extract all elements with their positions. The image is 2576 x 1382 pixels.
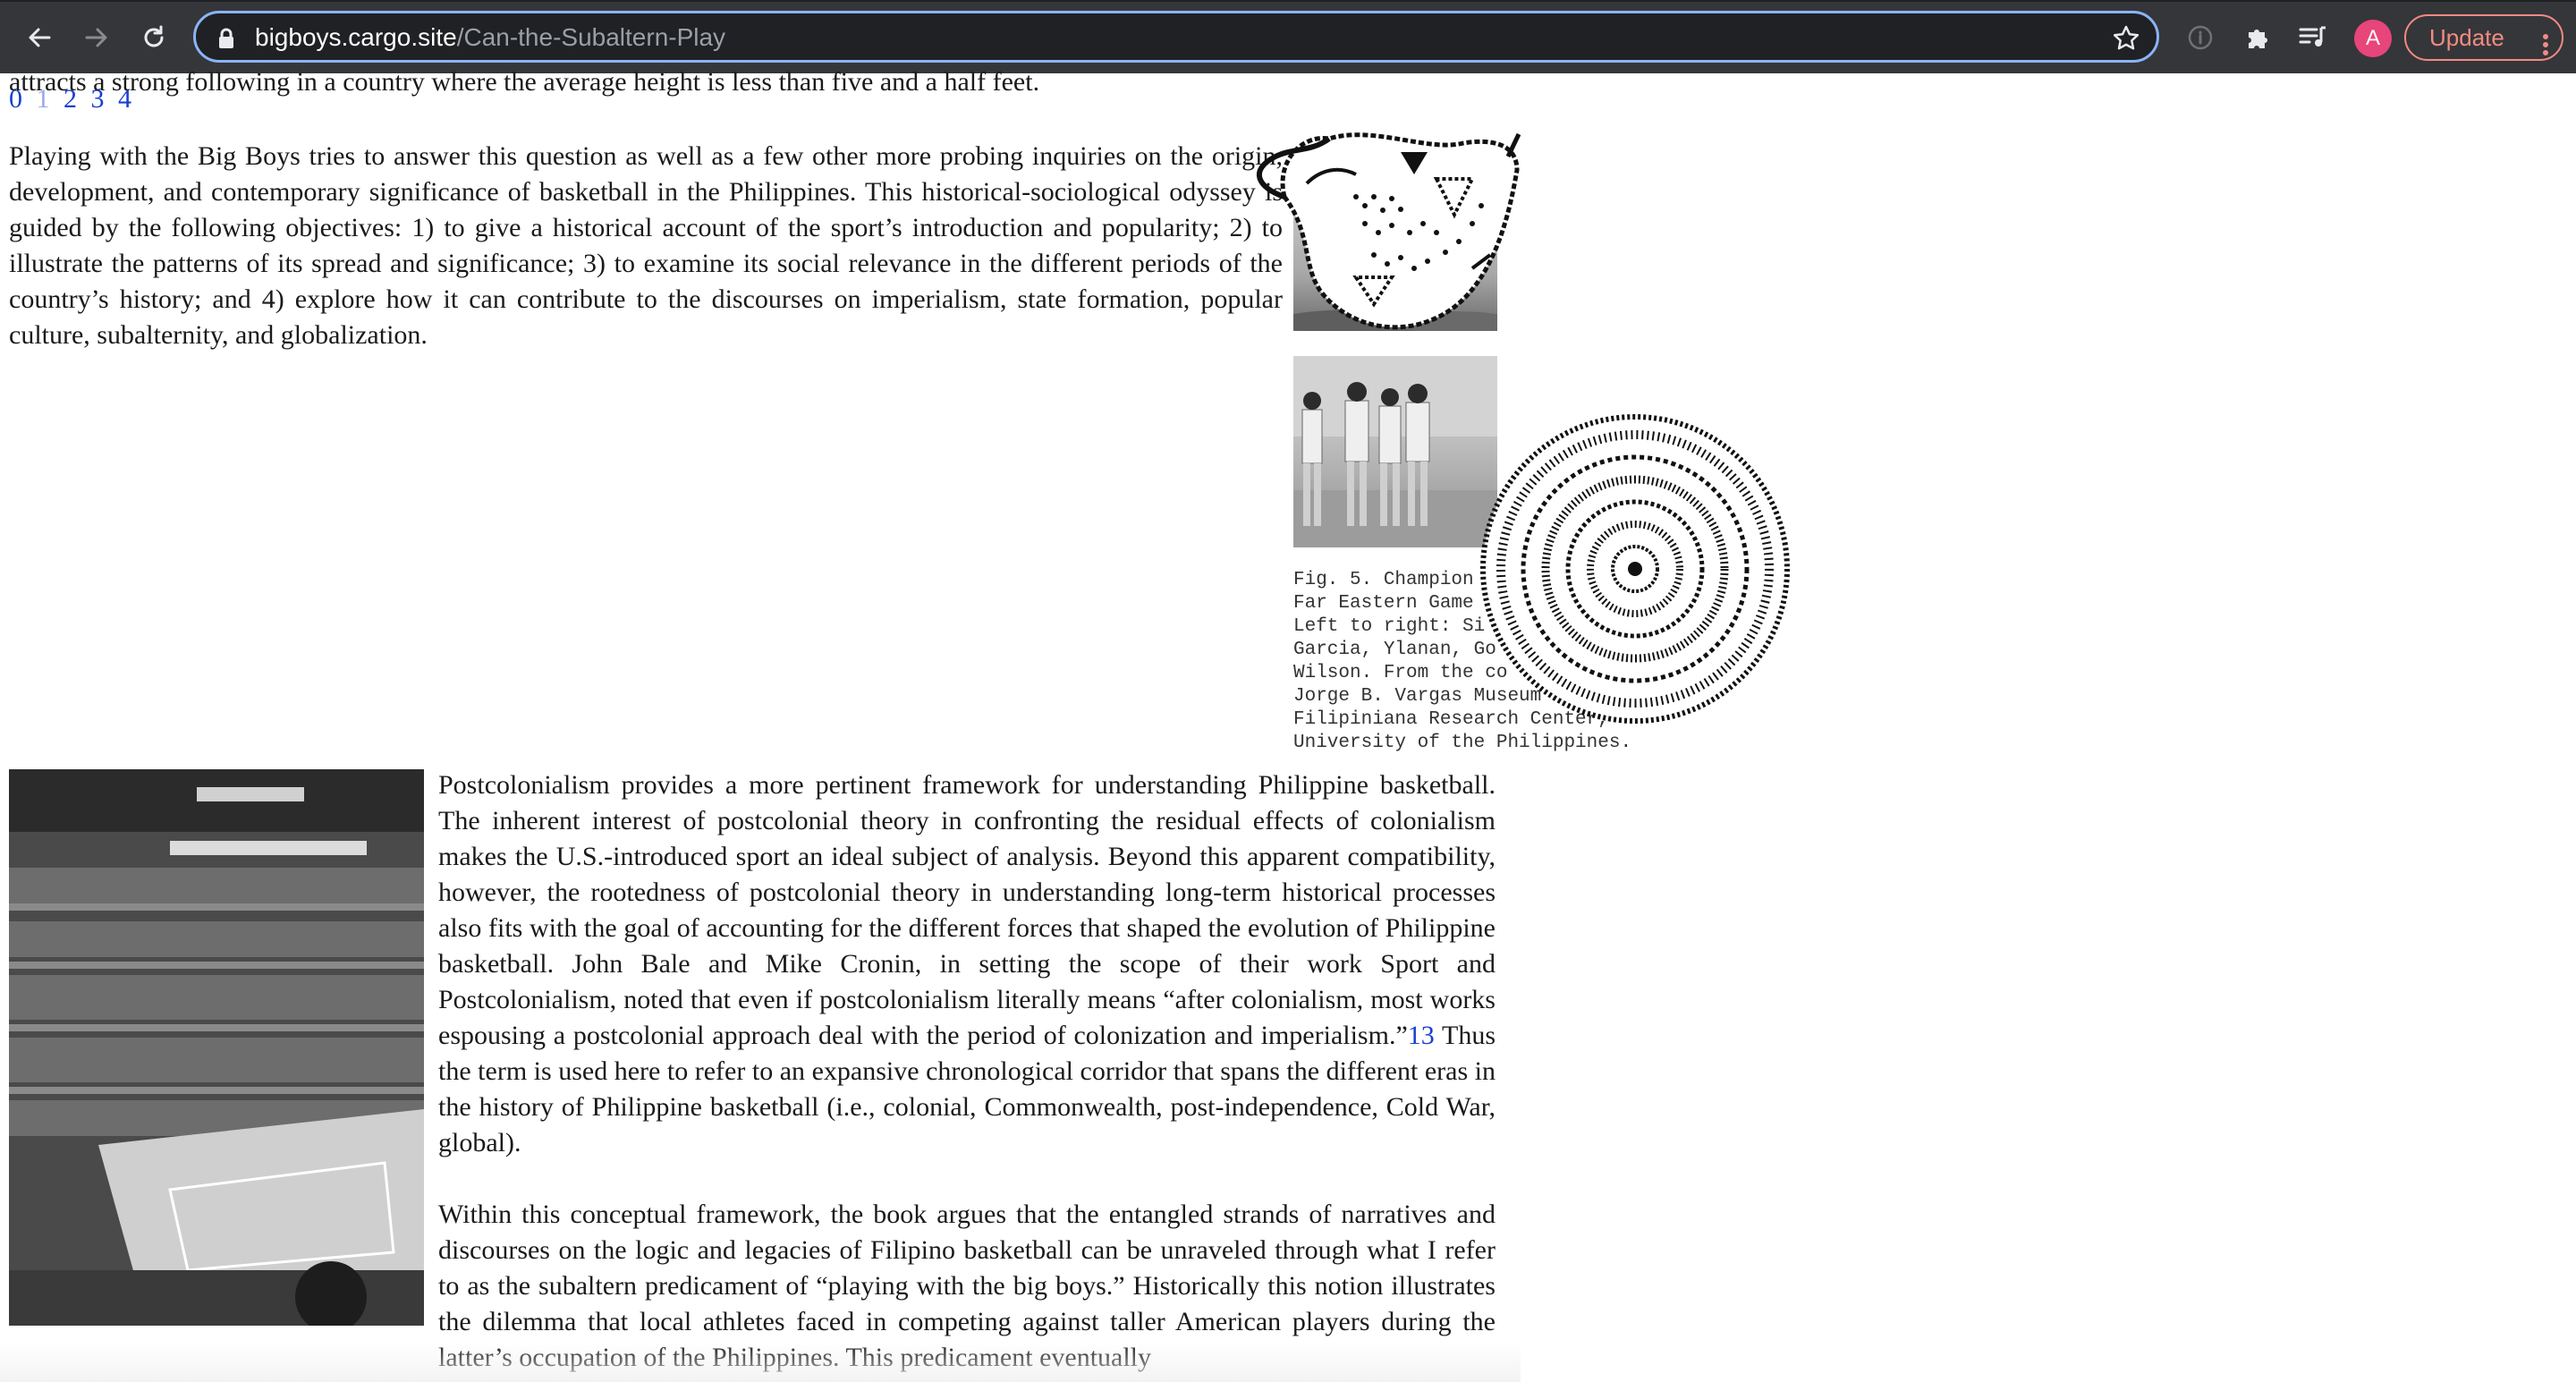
- page-navigation: 0 1 2 3 4: [9, 84, 135, 114]
- footnote-link[interactable]: 13: [1408, 1021, 1435, 1050]
- forward-arrow-icon[interactable]: [77, 20, 116, 55]
- address-bar[interactable]: bigboys.cargo.site/Can-the-Subaltern-Pla…: [193, 11, 2159, 63]
- extensions-icon[interactable]: [2240, 20, 2275, 55]
- profile-avatar[interactable]: A: [2354, 20, 2392, 57]
- lock-icon[interactable]: [217, 28, 235, 54]
- reload-icon[interactable]: [134, 20, 174, 55]
- back-arrow-icon[interactable]: [20, 20, 59, 55]
- browser-toolbar: bigboys.cargo.site/Can-the-Subaltern-Pla…: [0, 0, 2576, 73]
- page-link-0[interactable]: 0: [9, 84, 26, 114]
- page-link-2[interactable]: 2: [64, 84, 80, 114]
- plate-illustration: [1474, 408, 1805, 743]
- more-vert-icon[interactable]: [2542, 27, 2549, 70]
- page-link-3[interactable]: 3: [91, 84, 108, 114]
- url-text: bigboys.cargo.site/Can-the-Subaltern-Pla…: [255, 24, 725, 51]
- info-icon[interactable]: [2182, 20, 2218, 55]
- team-photo: [1293, 356, 1497, 547]
- web-page: attracts a strong following in a country…: [0, 72, 2576, 1382]
- arena-photo: [9, 769, 424, 1326]
- page-link-1[interactable]: 1: [37, 84, 54, 114]
- postcolonialism-paragraph: Postcolonialism provides a more pertinen…: [438, 767, 1496, 1161]
- update-button[interactable]: Update: [2404, 14, 2563, 61]
- url-path: /Can-the-Subaltern-Play: [456, 23, 726, 51]
- page-link-4[interactable]: 4: [118, 84, 135, 114]
- top-partial-line: attracts a strong following in a country…: [9, 72, 1040, 97]
- paragraph-2-text-a: Postcolonialism provides a more pertinen…: [438, 770, 1496, 1050]
- reading-list-icon[interactable]: [2295, 20, 2331, 55]
- update-label: Update: [2429, 24, 2504, 51]
- url-host: bigboys.cargo.site: [255, 23, 457, 51]
- jar-illustration: [1222, 98, 1526, 344]
- bottom-shadow: [0, 1342, 1521, 1382]
- star-icon[interactable]: [2112, 24, 2140, 57]
- intro-paragraph: Playing with the Big Boys tries to answe…: [9, 141, 1283, 350]
